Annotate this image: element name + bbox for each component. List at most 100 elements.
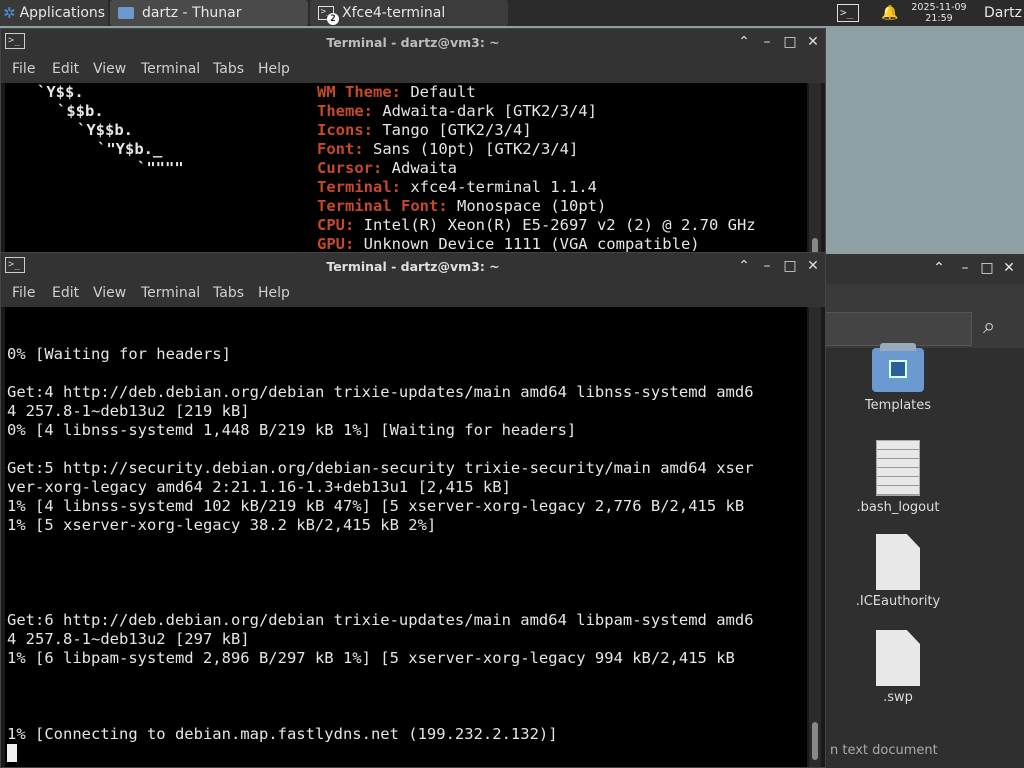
minimize-icon[interactable]: –: [758, 33, 776, 51]
info-key: Cursor: [317, 159, 373, 177]
terminal-window-back[interactable]: >_ Terminal - dartz@vm3: ~ ⌃ – □ ✕ File …: [0, 28, 826, 254]
terminal-titlebar[interactable]: >_ Terminal - dartz@vm3: ~ ⌃ – □ ✕: [1, 253, 825, 279]
taskbar-item-thunar[interactable]: dartz - Thunar: [110, 0, 308, 26]
info-line: Terminal: xfce4-terminal 1.1.4: [317, 178, 597, 196]
info-line: Theme: Adwaita-dark [GTK2/3/4]: [317, 102, 597, 120]
info-key: GPU: [317, 235, 345, 253]
terminal-line: 0% [Waiting for headers]: [7, 345, 231, 363]
info-value: Adwaita: [391, 159, 457, 177]
info-key: WM Theme: [317, 83, 392, 101]
terminal-line: Get:5 http://security.debian.org/debian-…: [7, 459, 754, 477]
terminal-icon: >_: [837, 4, 859, 22]
info-key: Icons: [317, 121, 364, 139]
info-key: Terminal Font: [317, 197, 439, 215]
info-line: Terminal Font: Monospace (10pt): [317, 197, 607, 215]
logo-line: `"Y$b._: [97, 140, 163, 158]
maximize-up-icon[interactable]: ⌃: [930, 260, 948, 276]
notification-bell-icon[interactable]: 🔔: [880, 0, 900, 26]
info-line: Font: Sans (10pt) [GTK2/3/4]: [317, 140, 579, 158]
minimize-icon[interactable]: –: [956, 260, 974, 276]
search-icon[interactable]: ⌕: [983, 314, 995, 339]
file-name: .bash_logout: [856, 500, 940, 515]
applications-menu-button[interactable]: ✲ Applications: [0, 0, 108, 26]
logo-line: `Y$$.: [37, 83, 84, 101]
terminal-line: 0% [4 libnss-systemd 1,448 B/219 kB 1%] …: [7, 421, 577, 439]
close-icon[interactable]: ✕: [804, 257, 822, 275]
window-title: Terminal - dartz@vm3: ~: [326, 35, 500, 50]
info-value: Unknown Device 1111 (VGA compatible): [363, 235, 700, 253]
menu-terminal[interactable]: Terminal: [141, 61, 200, 77]
logo-line: `"""": [137, 159, 184, 177]
info-value: Default: [410, 83, 476, 101]
info-line: CPU: Intel(R) Xeon(R) E5-2697 v2 (2) @ 2…: [317, 216, 756, 234]
terminal-line: 1% [5 xserver-xorg-legacy 38.2 kB/2,415 …: [7, 516, 437, 534]
menu-view[interactable]: View: [93, 285, 126, 301]
shade-icon[interactable]: ⌃: [735, 257, 753, 275]
clock-date: 2025-11-09: [911, 2, 967, 13]
status-bar: n text document: [830, 743, 938, 758]
terminal-output[interactable]: `Y$$. `$$b. `Y$$b. `"Y$b._ `"""" WM Them…: [5, 83, 807, 253]
info-value: Tango [GTK2/3/4]: [382, 121, 532, 139]
taskbar-item-label: dartz - Thunar: [142, 5, 242, 21]
terminal-line: 1% [4 libnss-systemd 102 kB/219 kB 47%] …: [7, 497, 745, 515]
location-bar[interactable]: [820, 312, 972, 346]
terminal-line: 1% [6 libpam-systemd 2,896 B/297 kB 1%] …: [7, 649, 735, 667]
terminal-line: 4 257.8-1~deb13u2 [297 kB]: [7, 630, 250, 648]
info-value: Sans (10pt) [GTK2/3/4]: [373, 140, 579, 158]
scrollbar[interactable]: [809, 83, 821, 254]
info-value: Adwaita-dark [GTK2/3/4]: [382, 102, 597, 120]
maximize-icon[interactable]: □: [978, 260, 996, 276]
taskbar-item-label: Xfce4-terminal: [342, 5, 446, 21]
folder-icon: [118, 7, 134, 19]
terminal-output[interactable]: 0% [Waiting for headers] Get:4 http://deb…: [5, 307, 807, 767]
user-menu[interactable]: Dartz: [984, 0, 1024, 26]
tray-terminal-launcher[interactable]: >_: [832, 0, 864, 26]
clock-time: 21:59: [925, 13, 953, 24]
info-key: Theme: [317, 102, 364, 120]
info-value: Intel(R) Xeon(R) E5-2697 v2 (2) @ 2.70 G…: [363, 216, 756, 234]
file-name: .swp: [883, 690, 913, 705]
info-line: Cursor: Adwaita: [317, 159, 457, 177]
clock[interactable]: 2025-11-09 21:59: [908, 0, 970, 26]
scrollbar[interactable]: [809, 307, 821, 767]
text-cursor: [7, 744, 17, 762]
file-view[interactable]: Templates .bash_logout .ICEauthority .sw…: [820, 343, 1024, 768]
menu-edit[interactable]: Edit: [52, 61, 79, 77]
menu-help[interactable]: Help: [258, 285, 290, 301]
file-item[interactable]: .bash_logout: [828, 440, 968, 515]
window-count-badge: 2: [327, 13, 339, 25]
menu-file[interactable]: File: [12, 285, 35, 301]
info-key: Terminal: [317, 178, 392, 196]
window-title: Terminal - dartz@vm3: ~: [326, 259, 500, 274]
file-name: .ICEauthority: [855, 594, 941, 609]
folder-templates-icon: [872, 343, 924, 392]
taskbar-item-terminal[interactable]: >_ 2 Xfce4-terminal: [310, 0, 508, 26]
info-line: WM Theme: Default: [317, 83, 476, 101]
scrollbar-thumb[interactable]: [812, 722, 818, 760]
logo-line: `$$b.: [57, 102, 104, 120]
file-item[interactable]: .ICEauthority: [828, 534, 968, 609]
terminal-line: 4 257.8-1~deb13u2 [219 kB]: [7, 402, 250, 420]
terminal-titlebar[interactable]: >_ Terminal - dartz@vm3: ~ ⌃ – □ ✕: [1, 29, 825, 55]
menu-tabs[interactable]: Tabs: [213, 61, 244, 77]
shade-icon[interactable]: ⌃: [735, 33, 753, 51]
file-item[interactable]: Templates: [828, 343, 968, 413]
minimize-icon[interactable]: –: [758, 257, 776, 275]
thunar-window: ⌃ – □ ✕ ⌕ Templates .bash_logout .ICEaut…: [820, 254, 1024, 768]
info-key: CPU: [317, 216, 345, 234]
terminal-window-front[interactable]: >_ Terminal - dartz@vm3: ~ ⌃ – □ ✕ File …: [0, 252, 826, 768]
menu-tabs[interactable]: Tabs: [213, 285, 244, 301]
terminal-menubar: File Edit View Terminal Tabs Help: [1, 55, 825, 83]
close-icon[interactable]: ✕: [1000, 260, 1018, 276]
close-icon[interactable]: ✕: [804, 33, 822, 51]
file-item[interactable]: .swp: [828, 630, 968, 705]
terminal-line: Get:4 http://deb.debian.org/debian trixi…: [7, 383, 754, 401]
xfce-logo-icon: ✲: [3, 4, 16, 22]
menu-help[interactable]: Help: [258, 61, 290, 77]
menu-terminal[interactable]: Terminal: [141, 285, 200, 301]
menu-view[interactable]: View: [93, 61, 126, 77]
maximize-icon[interactable]: □: [781, 257, 799, 275]
menu-edit[interactable]: Edit: [52, 285, 79, 301]
maximize-icon[interactable]: □: [781, 33, 799, 51]
menu-file[interactable]: File: [12, 61, 35, 77]
